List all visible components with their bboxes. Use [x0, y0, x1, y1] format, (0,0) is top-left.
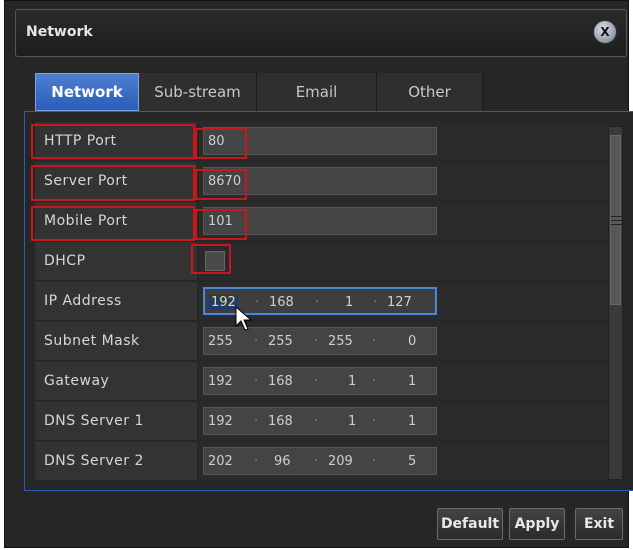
gateway-octet-2[interactable]: 168 — [268, 368, 293, 394]
dhcp-label: DHCP — [35, 242, 197, 280]
row-subnet-mask: Subnet Mask 255 · 255 · 255 · 0 — [35, 322, 608, 360]
window-title: Network — [26, 24, 93, 40]
gateway-octet-1[interactable]: 192 — [208, 368, 233, 394]
scrollbar[interactable] — [608, 126, 623, 480]
mobile-port-input[interactable]: 101 — [203, 207, 437, 235]
row-http-port: HTTP Port 80 — [35, 122, 608, 160]
tab-network[interactable]: Network — [35, 73, 139, 111]
dns1-octet-4[interactable]: 1 — [408, 408, 416, 434]
mouse-cursor-icon — [235, 306, 253, 331]
row-server-port: Server Port 8670 — [35, 162, 608, 200]
ip-octet-4[interactable]: 127 — [387, 289, 412, 315]
server-port-input[interactable]: 8670 — [203, 167, 437, 195]
tab-email[interactable]: Email — [257, 73, 377, 111]
dns2-octet-3[interactable]: 209 — [328, 448, 353, 474]
tab-other[interactable]: Other — [377, 73, 483, 111]
settings-grid: HTTP Port 80 Server Port 8670 Mobile Por… — [35, 122, 608, 482]
dns2-label: DNS Server 2 — [35, 442, 197, 480]
dns1-octet-3[interactable]: 1 — [348, 408, 356, 434]
tab-sub-stream[interactable]: Sub-stream — [139, 73, 257, 111]
ip-octet-2[interactable]: 168 — [269, 289, 294, 315]
subnet-mask-label: Subnet Mask — [35, 322, 197, 360]
default-button[interactable]: Default — [437, 508, 503, 540]
apply-button[interactable]: Apply — [509, 508, 565, 540]
scrollbar-thumb[interactable] — [610, 135, 622, 305]
gateway-label: Gateway — [35, 362, 197, 400]
title-bar: Network — [15, 9, 627, 57]
network-dialog: Network X Network Sub-stream Email Other… — [4, 0, 633, 548]
close-icon: X — [600, 25, 610, 39]
dns2-octet-2[interactable]: 96 — [274, 448, 291, 474]
ip-octet-1[interactable]: 192 — [209, 294, 238, 310]
dns2-octet-1[interactable]: 202 — [208, 448, 233, 474]
row-dns-1: DNS Server 1 192 · 168 · 1 · 1 — [35, 402, 608, 440]
ip-address-label: IP Address — [35, 282, 197, 320]
subnet-octet-4[interactable]: 0 — [408, 328, 416, 354]
subnet-octet-2[interactable]: 255 — [268, 328, 293, 354]
row-ip-address: IP Address 192 · 168 · 1 · 127 — [35, 282, 608, 320]
subnet-octet-1[interactable]: 255 — [208, 328, 233, 354]
row-dhcp: DHCP — [35, 242, 608, 280]
row-gateway: Gateway 192 · 168 · 1 · 1 — [35, 362, 608, 400]
dns1-octet-1[interactable]: 192 — [208, 408, 233, 434]
dns1-octet-2[interactable]: 168 — [268, 408, 293, 434]
gateway-input[interactable]: 192 · 168 · 1 · 1 — [203, 367, 437, 395]
row-dns-2: DNS Server 2 202 · 96 · 209 · 5 — [35, 442, 608, 480]
subnet-octet-3[interactable]: 255 — [328, 328, 353, 354]
gateway-octet-4[interactable]: 1 — [408, 368, 416, 394]
http-port-label: HTTP Port — [35, 122, 197, 160]
exit-button[interactable]: Exit — [575, 508, 623, 540]
dns1-input[interactable]: 192 · 168 · 1 · 1 — [203, 407, 437, 435]
close-button[interactable]: X — [593, 20, 617, 44]
dns1-label: DNS Server 1 — [35, 402, 197, 440]
dns2-octet-4[interactable]: 5 — [408, 448, 416, 474]
server-port-label: Server Port — [35, 162, 197, 200]
settings-panel: HTTP Port 80 Server Port 8670 Mobile Por… — [24, 111, 633, 491]
mobile-port-label: Mobile Port — [35, 202, 197, 240]
gateway-octet-3[interactable]: 1 — [348, 368, 356, 394]
row-mobile-port: Mobile Port 101 — [35, 202, 608, 240]
http-port-input[interactable]: 80 — [203, 127, 437, 155]
dns2-input[interactable]: 202 · 96 · 209 · 5 — [203, 447, 437, 475]
dhcp-checkbox[interactable] — [205, 251, 225, 271]
ip-octet-3[interactable]: 1 — [345, 289, 353, 315]
